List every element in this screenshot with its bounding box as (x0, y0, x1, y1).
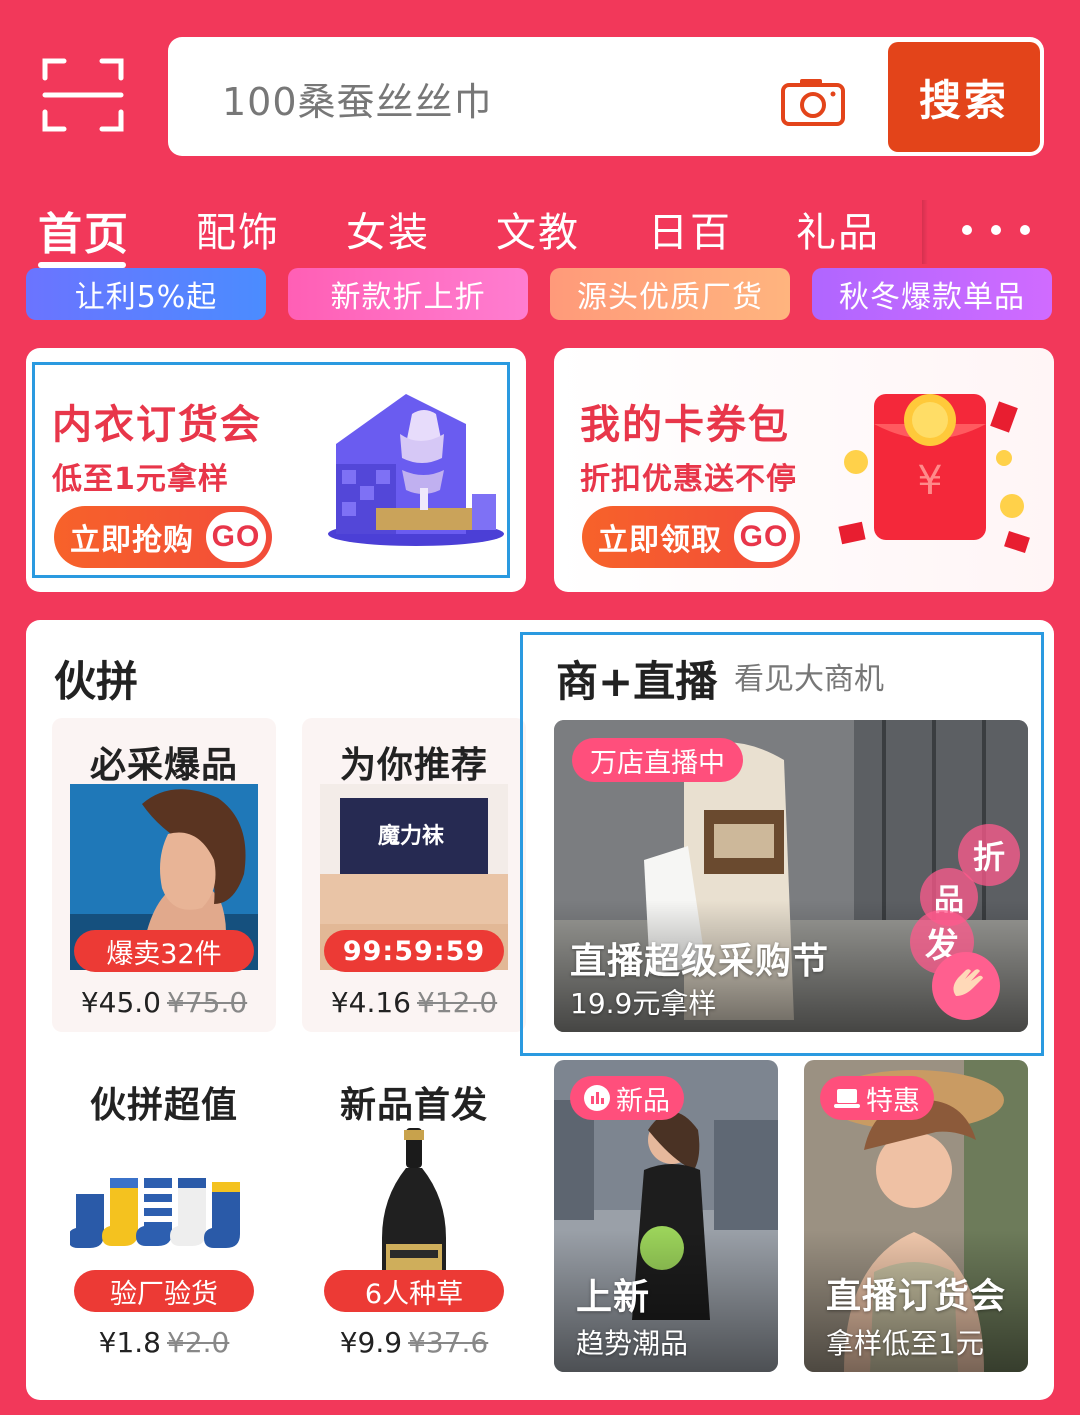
tile-hot-picks[interactable]: 必采爆品 爆卖32件 ¥45.0 ¥75.0 (52, 718, 276, 1032)
search-button[interactable]: 搜索 (888, 42, 1040, 152)
tab-accessories[interactable]: 配饰 (196, 200, 280, 258)
live-section-title: 商+直播 (556, 657, 718, 706)
promo-factory-goods[interactable]: 源头优质厂货 (550, 268, 790, 320)
scan-icon[interactable] (42, 56, 124, 134)
package-label: 魔力袜 (378, 824, 445, 849)
tab-gifts[interactable]: 礼品 (796, 200, 880, 258)
price: ¥4.16 ¥12.0 (302, 986, 526, 1019)
tab-womens-clothing[interactable]: 女装 (346, 200, 430, 258)
banner-title: 我的卡券包 (580, 402, 790, 448)
banner-subtitle: 低至1元拿样 (52, 462, 229, 497)
buy-now-button[interactable]: 立即抢购 GO (54, 506, 272, 568)
recommend-badge: 6人种草 (324, 1270, 504, 1312)
price: ¥1.8 ¥2.0 (52, 1326, 276, 1359)
countdown-badge: 99:59:59 (324, 930, 504, 972)
banner-subtitle: 折扣优惠送不停 (580, 462, 797, 497)
current-price: ¥45.0 (80, 986, 161, 1019)
current-price: ¥4.16 (330, 986, 411, 1019)
lingerie-display-illustration (316, 384, 506, 552)
new-tag-label: 新品 (616, 1085, 670, 1117)
tile-title: 为你推荐 (339, 745, 488, 786)
more-icon[interactable] (962, 220, 1030, 240)
tab-stationery[interactable]: 文教 (496, 200, 580, 258)
card-title: 上新 (576, 1277, 651, 1318)
live-card-new[interactable]: 新品 上新 趋势潮品 (554, 1060, 778, 1372)
clap-icon[interactable] (932, 952, 1000, 1020)
new-tag: 新品 (570, 1076, 684, 1120)
current-price: ¥9.9 (339, 1326, 403, 1359)
price: ¥9.9 ¥37.6 (302, 1326, 526, 1359)
tab-home[interactable]: 首页 (38, 198, 130, 262)
camera-icon[interactable] (780, 77, 846, 127)
live-status-tag: 万店直播中 (572, 738, 743, 782)
original-price: ¥75.0 (167, 986, 248, 1019)
tile-title: 伙拼超值 (89, 1085, 238, 1126)
original-price: ¥2.0 (167, 1326, 230, 1359)
card-subtitle: 拿样低至1元 (826, 1327, 984, 1360)
original-price: ¥12.0 (417, 986, 498, 1019)
banner-underwear-fair[interactable]: 内衣订货会 低至1元拿样 立即抢购 GO (26, 348, 526, 592)
claim-now-label: 立即领取 (598, 524, 722, 557)
live-card-deal[interactable]: 特惠 直播订货会 拿样低至1元 (804, 1060, 1028, 1372)
tile-recommended[interactable]: 为你推荐 魔力袜 99:59:59 ¥4.16 ¥12.0 (302, 718, 526, 1032)
buy-now-label: 立即抢购 (70, 524, 194, 557)
inspection-badge: 验厂验货 (74, 1270, 254, 1312)
banner-title: 内衣订货会 (52, 402, 262, 448)
red-envelope-illustration: ¥ (834, 384, 1034, 568)
chart-icon (584, 1085, 610, 1111)
tab-divider (922, 200, 928, 264)
claim-now-button[interactable]: 立即领取 GO (582, 506, 800, 568)
current-price: ¥1.8 (98, 1326, 161, 1359)
svg-text:¥: ¥ (917, 458, 942, 504)
deal-tag: 特惠 (820, 1076, 934, 1120)
tab-daily-goods[interactable]: 日百 (648, 200, 732, 258)
live-main-title: 直播超级采购节 (570, 941, 830, 982)
promo-discount[interactable]: 让利5%起 (26, 268, 266, 320)
laptop-icon (834, 1087, 860, 1109)
live-main-subtitle: 19.9元拿样 (570, 987, 717, 1020)
deal-tag-label: 特惠 (866, 1085, 920, 1117)
price: ¥45.0 ¥75.0 (52, 986, 276, 1019)
card-title: 直播订货会 (826, 1277, 1007, 1317)
search-bar[interactable]: 100桑蚕丝丝巾 搜索 (168, 37, 1044, 156)
group-buy-title: 伙拼 (54, 657, 139, 706)
banner-coupon-wallet[interactable]: 我的卡券包 折扣优惠送不停 立即领取 GO ¥ (554, 348, 1054, 592)
go-badge: GO (734, 512, 794, 562)
live-main-card[interactable]: 万店直播中 折 品 发 直播超级采购节 19.9元拿样 (554, 720, 1028, 1032)
promo-new-style[interactable]: 新款折上折 (288, 268, 528, 320)
promo-autumn-winter[interactable]: 秋冬爆款单品 (812, 268, 1052, 320)
card-subtitle: 趋势潮品 (576, 1327, 689, 1360)
go-badge: GO (206, 512, 266, 562)
search-input[interactable]: 100桑蚕丝丝巾 (222, 71, 493, 126)
live-section-subtitle: 看见大商机 (734, 662, 884, 697)
original-price: ¥37.6 (408, 1326, 489, 1359)
category-tabs: 首页 配饰 女装 文教 日百 礼品 (0, 200, 1080, 268)
tile-title: 新品首发 (339, 1085, 488, 1126)
tile-title: 必采爆品 (89, 745, 238, 786)
sales-badge: 爆卖32件 (74, 930, 254, 972)
tile-new-release[interactable]: 新品首发 6人种草 ¥9.9 ¥37.6 (302, 1058, 526, 1382)
tile-group-value[interactable]: 伙拼超值 验厂验货 ¥1.8 ¥2.0 (52, 1058, 276, 1382)
